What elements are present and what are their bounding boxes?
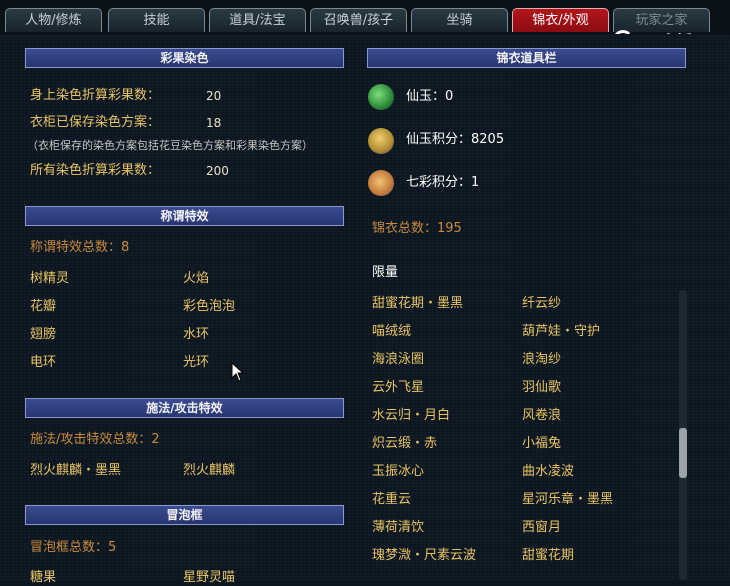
qicai-points-label: 七彩积分：1 xyxy=(406,175,480,190)
outfit-item[interactable]: 甜蜜花期 xyxy=(522,548,574,564)
title-effect-item[interactable]: 火焰 xyxy=(183,271,209,287)
tab-items[interactable]: 道具/法宝 xyxy=(209,8,306,32)
bubble-frame-header: 冒泡框 xyxy=(25,505,344,525)
outfit-item[interactable]: 甜蜜花期・墨黑 xyxy=(372,296,463,312)
outfit-item[interactable]: 瑰梦溦・尺素云波 xyxy=(372,548,476,564)
title-effect-item[interactable]: 水环 xyxy=(183,327,209,343)
tab-skills[interactable]: 技能 xyxy=(108,8,205,32)
tab-character[interactable]: 人物/修炼 xyxy=(5,8,102,32)
xianyu-points-icon xyxy=(368,128,394,154)
jinyi-total: 锦衣总数：195 xyxy=(372,221,462,236)
caiguo-row-value: 18 xyxy=(206,116,222,130)
qicai-points-icon xyxy=(368,170,394,196)
tab-mounts[interactable]: 坐骑 xyxy=(411,8,508,32)
title-effect-item[interactable]: 翅膀 xyxy=(30,327,56,343)
cast-effects-total: 施法/攻击特效总数：2 xyxy=(30,432,160,447)
caiguo-row-value: 200 xyxy=(206,164,229,178)
title-effects-header: 称谓特效 xyxy=(25,206,344,226)
bubble-frame-item[interactable]: 星野灵喵 xyxy=(183,570,235,586)
title-effect-item[interactable]: 电环 xyxy=(30,355,56,371)
caiguo-row-value: 20 xyxy=(206,89,222,103)
outfit-item[interactable]: 海浪泳圈 xyxy=(372,352,424,368)
outfit-item[interactable]: 花重云 xyxy=(372,492,411,508)
xianyu-label: 仙玉：0 xyxy=(406,89,454,104)
outfit-item[interactable]: 曲水凌波 xyxy=(522,464,574,480)
caiguo-row-label: 衣柜已保存染色方案： xyxy=(30,115,161,130)
cast-effect-item[interactable]: 烈火麒麟・墨黑 xyxy=(30,463,121,479)
tab-pets[interactable]: 召唤兽/孩子 xyxy=(310,8,407,32)
jinyi-header: 锦衣道具栏 xyxy=(367,48,686,68)
outfit-item[interactable]: 喵绒绒 xyxy=(372,324,411,340)
outfit-item[interactable]: 薄荷清饮 xyxy=(372,520,424,536)
cast-effect-item[interactable]: 烈火麒麟 xyxy=(183,463,235,479)
cast-effects-header: 施法/攻击特效 xyxy=(25,398,344,418)
bubble-frame-total: 冒泡框总数：5 xyxy=(30,540,117,555)
title-effects-total: 称谓特效总数：8 xyxy=(30,240,130,255)
caiguo-note: （衣柜保存的染色方案包括花豆染色方案和彩果染色方案） xyxy=(27,139,313,152)
outfit-item[interactable]: 玉振冰心 xyxy=(372,464,424,480)
appearance-panel: 彩果染色 身上染色折算彩果数： 20 衣柜已保存染色方案： 18 （衣柜保存的染… xyxy=(0,34,730,585)
outfit-item[interactable]: 浪淘纱 xyxy=(522,352,561,368)
tab-appearance[interactable]: 锦衣/外观 xyxy=(512,8,609,32)
title-effect-item[interactable]: 光环 xyxy=(183,355,209,371)
title-effect-item[interactable]: 彩色泡泡 xyxy=(183,299,235,315)
caiguo-row-label: 身上染色折算彩果数： xyxy=(30,88,161,103)
caiguo-row-label: 所有染色折算彩果数： xyxy=(30,163,161,178)
outfit-item[interactable]: 云外飞星 xyxy=(372,380,424,396)
outfit-item[interactable]: 炽云缎・赤 xyxy=(372,436,437,452)
title-effect-item[interactable]: 树精灵 xyxy=(30,271,69,287)
bubble-frame-item[interactable]: 糖果 xyxy=(30,570,56,586)
scrollbar-thumb[interactable] xyxy=(679,428,687,478)
mouse-cursor-icon xyxy=(231,362,245,382)
outfit-item[interactable]: 西窗月 xyxy=(522,520,561,536)
outfit-item[interactable]: 星河乐章・墨黑 xyxy=(522,492,613,508)
outfit-item[interactable]: 羽仙歌 xyxy=(522,380,561,396)
xianyu-points-label: 仙玉积分：8205 xyxy=(406,132,505,147)
outfit-item[interactable]: 水云归・月白 xyxy=(372,408,450,424)
outfit-item[interactable]: 纤云纱 xyxy=(522,296,561,312)
xianyu-icon xyxy=(368,84,394,110)
outfit-item[interactable]: 葫芦娃・守护 xyxy=(522,324,600,340)
limited-section-label: 限量 xyxy=(372,265,399,280)
outfit-item[interactable]: 风卷浪 xyxy=(522,408,561,424)
caiguo-header: 彩果染色 xyxy=(25,48,344,68)
title-effect-item[interactable]: 花瓣 xyxy=(30,299,56,315)
outfit-item[interactable]: 小福兔 xyxy=(522,436,561,452)
outfit-list-scrollbar[interactable] xyxy=(679,290,687,580)
